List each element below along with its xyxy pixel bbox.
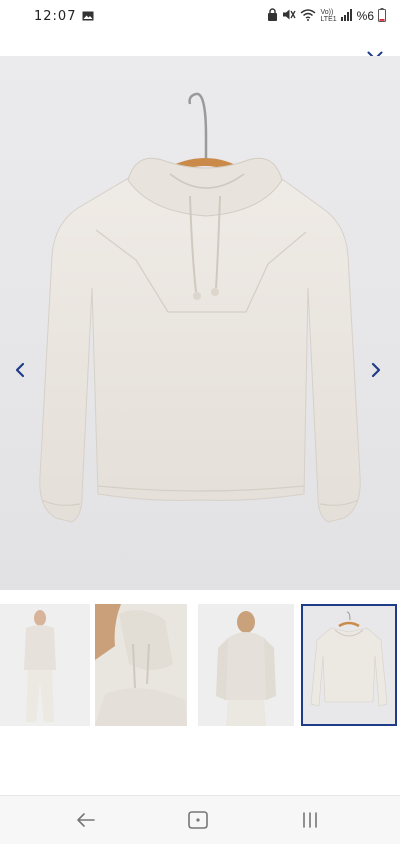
status-bar: 12:07 Vo)) LTE1 %6 [0,0,400,32]
wifi-icon [300,8,316,24]
chevron-right-icon [371,362,381,378]
recents-icon [303,812,317,828]
recents-button[interactable] [290,806,330,834]
thumbnail-product-hanger[interactable] [301,604,397,726]
thumbnail-model-front[interactable] [0,604,90,726]
main-product-image[interactable] [0,56,400,590]
network-label: Vo)) LTE1 [320,9,336,23]
back-arrow-icon [77,813,95,827]
thumbnail-model-back-image [198,604,294,726]
previous-image-button[interactable] [8,356,32,384]
image-icon [82,9,94,24]
chevron-left-icon [15,362,25,378]
battery-icon [378,7,386,25]
thumbnail-model-front-image [0,604,90,726]
thumbnail-hood-closeup-image [95,604,187,726]
status-time: 12:07 [34,8,77,24]
network-label-top: Vo)) [320,9,334,16]
hoodie-illustration [39,92,361,523]
home-button[interactable] [178,806,218,834]
thumbnail-strip [0,604,400,728]
thumbnail-hood-closeup[interactable] [95,604,187,726]
mute-icon [282,8,297,24]
battery-percent: %6 [356,9,374,23]
viewer-top-bar [0,32,400,67]
next-image-button[interactable] [364,356,388,384]
thumbnail-product-hanger-image [303,606,395,724]
back-button[interactable] [66,806,106,834]
status-left: 12:07 [34,9,94,24]
lock-icon [267,8,278,24]
status-right: Vo)) LTE1 %6 [267,7,386,25]
system-nav-bar [0,795,400,844]
image-viewer-screen: 12:07 Vo)) LTE1 %6 [0,0,400,844]
thumbnail-model-back[interactable] [198,604,294,726]
home-icon [188,811,208,829]
network-label-bottom: LTE1 [320,16,337,23]
signal-icon [340,8,353,24]
